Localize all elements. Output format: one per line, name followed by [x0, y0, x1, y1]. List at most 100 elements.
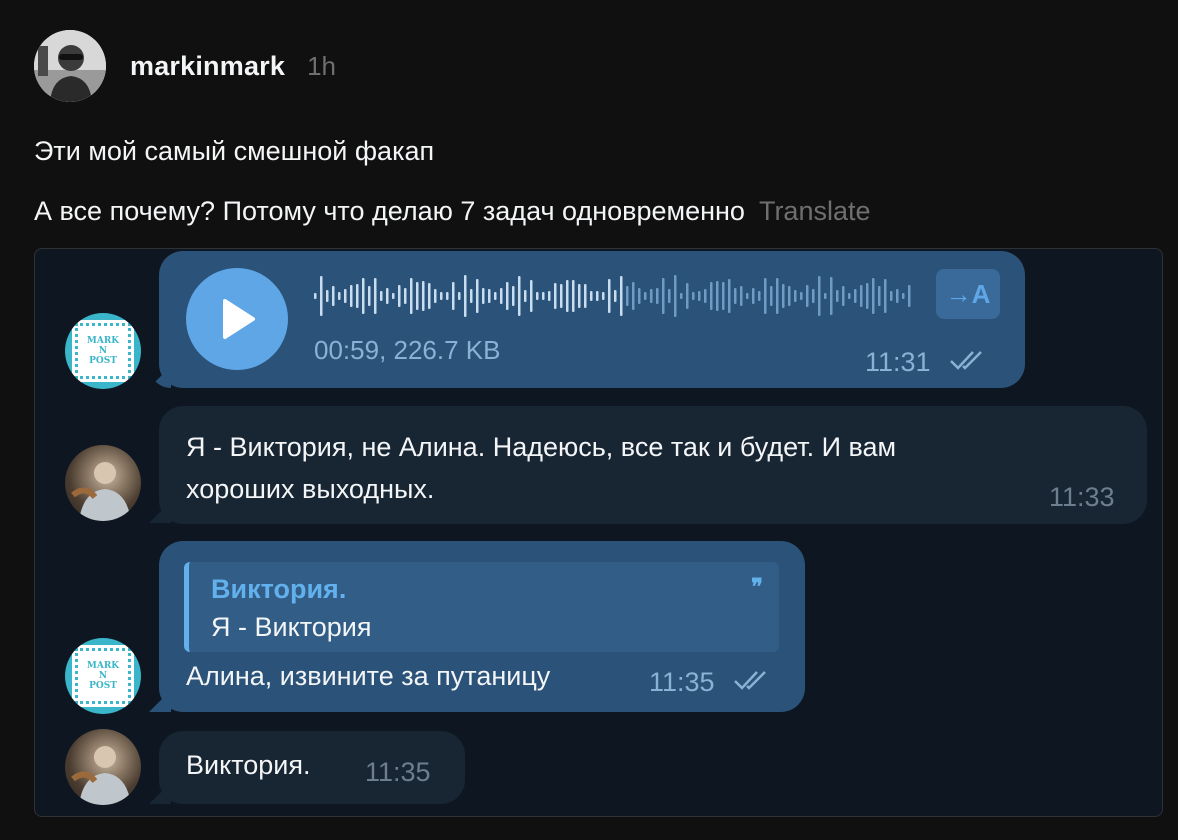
waveform-bar — [590, 291, 593, 301]
post-header: markinmark 1h — [34, 30, 336, 102]
waveform-bar — [356, 284, 359, 308]
message-bubble-2[interactable]: Виктория. Я - Виктория ❞ Алина, извините… — [159, 541, 805, 712]
waveform-bar — [518, 276, 521, 316]
waveform-bar — [392, 293, 395, 299]
waveform-bar — [818, 276, 821, 316]
waveform-bar — [878, 286, 881, 306]
waveform-bar — [866, 283, 869, 309]
waveform-bar — [788, 286, 791, 306]
waveform-bar — [806, 285, 809, 307]
translate-link[interactable]: Translate — [759, 196, 871, 226]
mark-n-post-avatar: MARK N POST — [65, 638, 141, 714]
waveform-bar — [512, 286, 515, 306]
stamp-line: N — [98, 346, 108, 356]
waveform-bar — [362, 278, 365, 314]
waveform-bar — [488, 289, 491, 303]
waveform-bar — [368, 286, 371, 306]
waveform-bar — [404, 288, 407, 304]
stamp-logo: MARK N POST — [72, 645, 134, 707]
waveform-bar — [500, 288, 503, 304]
waveform-bar — [644, 292, 647, 300]
waveform-bar — [668, 289, 671, 303]
waveform-bar — [716, 281, 719, 311]
waveform-bar — [836, 290, 839, 302]
waveform-bar — [314, 293, 317, 299]
waveform-bar — [674, 275, 677, 317]
waveform-bar — [824, 293, 827, 299]
waveform-bar — [884, 279, 887, 313]
waveform-bar — [428, 283, 431, 309]
message-bubble-3[interactable]: Виктория. 11:35 — [159, 731, 465, 804]
waveform-bar — [506, 282, 509, 310]
waveform-bar — [830, 277, 833, 315]
waveform-bar — [854, 289, 857, 303]
mark-n-post-avatar: MARK N POST — [65, 313, 141, 389]
play-button[interactable] — [186, 268, 288, 370]
waveform-bar — [686, 283, 689, 309]
reply-text: Я - Виктория — [211, 612, 372, 642]
waveform-bar — [386, 288, 389, 304]
stamp-logo: MARK N POST — [72, 320, 134, 382]
waveform-bar — [494, 292, 497, 300]
waveform-bar — [380, 291, 383, 301]
waveform-bar — [350, 285, 353, 307]
waveform-bar — [422, 281, 425, 311]
waveform-bar — [728, 279, 731, 313]
waveform-bar — [872, 278, 875, 314]
attached-screenshot[interactable]: MARK N POST →A 00:59, 226.7 KB 11:31 Я -… — [34, 248, 1163, 817]
waveform-bar — [320, 276, 323, 316]
waveform-bar — [704, 289, 707, 303]
stamp-line: POST — [89, 681, 117, 691]
waveform-bar — [602, 292, 605, 300]
waveform-bar — [554, 283, 557, 309]
waveform-bar — [656, 288, 659, 304]
waveform-bar — [434, 289, 437, 303]
waveform-bar — [848, 293, 851, 299]
message-time: 11:35 — [365, 757, 431, 787]
waveform-bar — [470, 289, 473, 303]
waveform-bar — [338, 292, 341, 300]
waveform-bar — [752, 288, 755, 304]
voice-message-bubble[interactable]: →A 00:59, 226.7 KB 11:31 — [159, 251, 1025, 388]
waveform-bar — [440, 292, 443, 300]
waveform-bar — [542, 292, 545, 300]
message-text-line-2: хороших выходных. — [186, 474, 435, 504]
waveform[interactable] — [314, 273, 914, 325]
viktoria-avatar — [65, 729, 141, 805]
waveform-bar — [680, 293, 683, 299]
waveform-bar — [902, 293, 905, 299]
waveform-bar — [446, 292, 449, 300]
transcribe-button[interactable]: →A — [936, 269, 1000, 319]
play-icon — [223, 299, 255, 339]
reply-quote[interactable]: Виктория. Я - Виктория ❞ — [184, 562, 779, 652]
waveform-bar — [698, 291, 701, 301]
message-bubble-1[interactable]: Я - Виктория, не Алина. Надеюсь, все так… — [159, 406, 1147, 524]
waveform-bar — [566, 280, 569, 312]
author-avatar[interactable] — [34, 30, 106, 102]
waveform-bar — [890, 291, 893, 301]
message-text: Виктория. — [186, 750, 311, 780]
waveform-bar — [416, 282, 419, 310]
author-avatar-image — [34, 30, 106, 102]
waveform-bar — [800, 292, 803, 300]
waveform-bar — [608, 279, 611, 313]
waveform-bar — [578, 284, 581, 308]
reply-author: Виктория. — [211, 574, 347, 604]
waveform-bar — [722, 282, 725, 310]
post-text-line-2: А все почему? Потому что делаю 7 задач о… — [34, 196, 871, 227]
waveform-bar — [692, 292, 695, 300]
waveform-bar — [764, 278, 767, 314]
waveform-bar — [614, 290, 617, 302]
post-text-line-2-content: А все почему? Потому что делаю 7 задач о… — [34, 196, 745, 226]
waveform-bar — [734, 288, 737, 304]
waveform-bar — [746, 293, 749, 299]
stamp-line: N — [98, 671, 108, 681]
quote-icon: ❞ — [751, 574, 763, 600]
waveform-bar — [758, 291, 761, 301]
waveform-bar — [776, 278, 779, 314]
author-name[interactable]: markinmark — [130, 51, 285, 82]
waveform-bar — [332, 286, 335, 306]
waveform-bar — [812, 289, 815, 303]
waveform-bar — [782, 284, 785, 308]
stamp-line: MARK — [86, 661, 120, 671]
